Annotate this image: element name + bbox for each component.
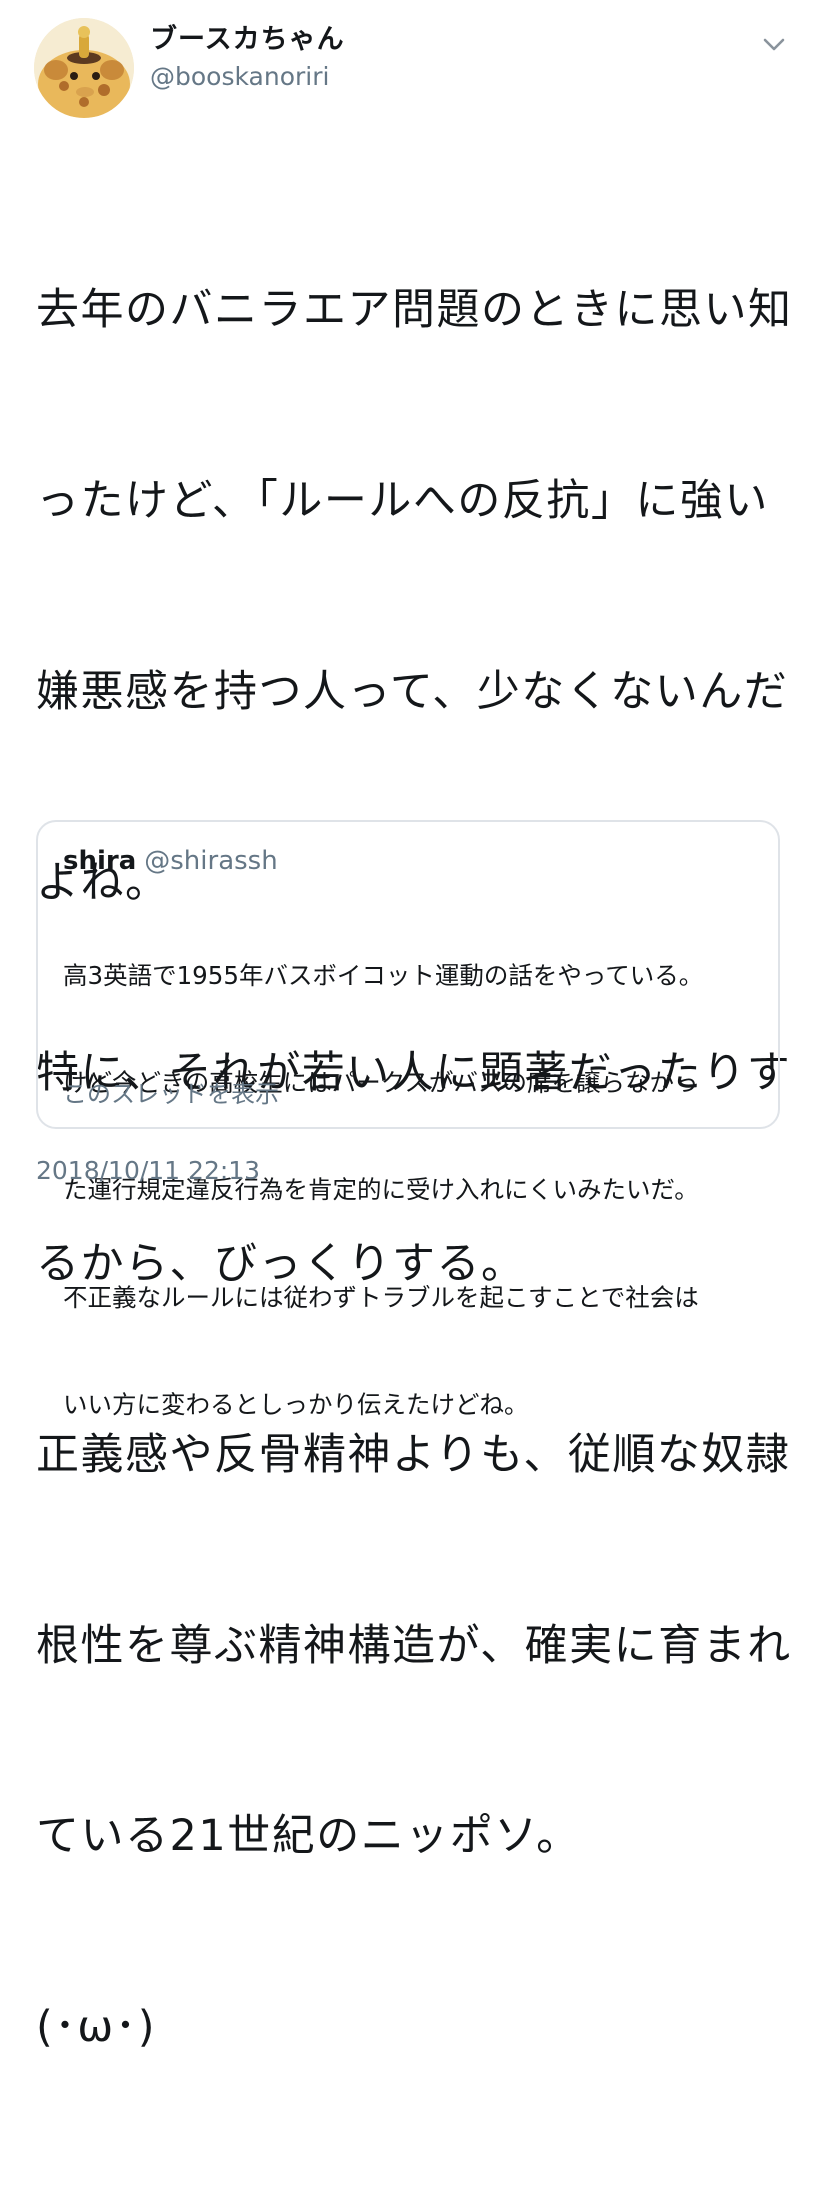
quoted-tweet-header: shira @shirassh bbox=[63, 844, 278, 878]
tweet-text-line: 去年のバニラエア問題のときに思い知 bbox=[36, 285, 793, 336]
quoted-author-name: shira bbox=[63, 846, 137, 876]
tweet-text-line: 根性を尊ぶ精神構造が、確実に育まれ bbox=[36, 1620, 792, 1671]
author-avatar[interactable] bbox=[34, 18, 134, 118]
giraffe-avatar-image bbox=[34, 18, 134, 118]
quoted-text-line: いい方に変わるとしっかり伝えたけどね。 bbox=[63, 1390, 529, 1420]
quoted-text-line: 不正義なルールには従わずトラブルを起こすことで社会は bbox=[63, 1282, 699, 1312]
chevron-down-icon[interactable] bbox=[760, 30, 788, 58]
author-block: ブースカちゃん @booskanoriri bbox=[150, 22, 345, 94]
tweet-text-line: ている21世紀のニッポソ。 bbox=[36, 1811, 581, 1862]
quoted-tweet-text: 高3英語で1955年バスボイコット運動の話をやっている。 けど今どきの高校生には… bbox=[63, 886, 763, 1495]
tweet-timestamp[interactable]: 2018/10/11 22:13 bbox=[36, 1154, 260, 1188]
show-thread-link[interactable]: このスレッドを表示 bbox=[63, 1078, 279, 1110]
tweet-text-line: ったけど、「ルールへの反抗」に強い bbox=[36, 475, 769, 526]
author-handle[interactable]: @booskanoriri bbox=[150, 60, 345, 94]
quoted-author-handle: @shirassh bbox=[144, 846, 278, 876]
quoted-text-line: 高3英語で1955年バスボイコット運動の話をやっている。 bbox=[63, 960, 704, 990]
quoted-tweet-card[interactable]: shira @shirassh 高3英語で1955年バスボイコット運動の話をやって… bbox=[36, 820, 780, 1419]
author-display-name[interactable]: ブースカちゃん bbox=[150, 22, 345, 58]
tweet-text-line: (･ω･) bbox=[36, 2002, 157, 2053]
tweet-text-line: 嫌悪感を持つ人って、少なくないんだ bbox=[36, 666, 789, 717]
tweet: ブースカちゃん @booskanoriri 去年のバニラエア問題のときに思い知 … bbox=[0, 0, 817, 2052]
